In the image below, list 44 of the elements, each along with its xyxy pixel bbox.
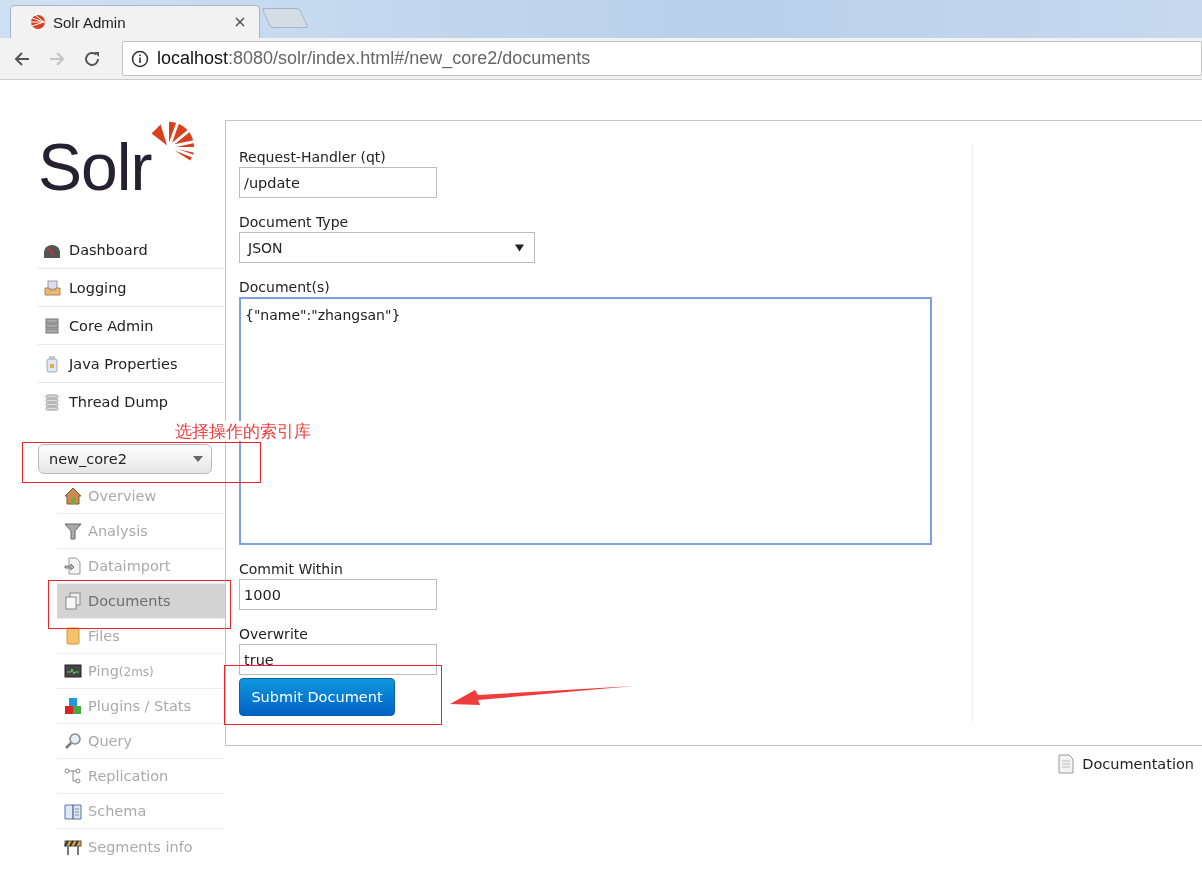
info-icon[interactable]	[131, 49, 149, 68]
field-label: Commit Within	[239, 560, 344, 579]
sun-logo-icon	[29, 14, 45, 30]
annotation-text: 选择操作的索引库	[175, 421, 311, 441]
monitor-icon	[64, 662, 82, 680]
blocks-icon	[64, 697, 82, 715]
input-field[interactable]: 1000	[239, 579, 437, 610]
back-icon[interactable]	[13, 49, 31, 68]
dropdown-caret-icon	[515, 243, 524, 252]
inbox-tray-icon	[43, 278, 61, 297]
close-icon[interactable]	[235, 17, 245, 27]
document-arrow-icon	[64, 557, 82, 575]
nav-item[interactable]: Logging	[38, 269, 225, 307]
reload-icon[interactable]	[83, 49, 101, 68]
address-bar[interactable]: localhost:8080/solr/index.html#/new_core2/documents	[122, 41, 1202, 76]
input-field[interactable]: true	[239, 644, 437, 675]
nav-item[interactable]: Dashboard	[38, 231, 225, 269]
field-label: Request-Handler (qt)	[239, 148, 387, 167]
input-field[interactable]: /update	[239, 167, 437, 198]
nav-item[interactable]: Core Admin	[38, 307, 225, 345]
house-icon	[64, 487, 82, 505]
select-field[interactable]: JSON	[239, 232, 535, 263]
submit-button[interactable]: Submit Document	[239, 678, 395, 716]
documents-icon	[64, 592, 82, 610]
search-icon	[64, 732, 82, 750]
book-icon	[64, 802, 82, 820]
document-icon	[1058, 754, 1075, 774]
barrier-icon	[64, 837, 82, 856]
documentation-link[interactable]: Documentation	[1058, 754, 1194, 774]
field-label: Document(s)	[239, 278, 331, 297]
jar-icon	[43, 354, 61, 373]
field-label: Document Type	[239, 213, 350, 232]
stack-icon	[43, 392, 61, 411]
core-selector[interactable]: new_core2	[38, 444, 212, 474]
nav-item[interactable]: Thread Dump	[38, 383, 225, 420]
field-label: Overwrite	[239, 625, 309, 644]
browser-tab[interactable]: Solr Admin	[10, 5, 260, 38]
dropdown-caret-icon	[193, 456, 203, 462]
nav-item[interactable]: Java Properties	[38, 345, 225, 383]
solr-logo[interactable]: Solr	[38, 118, 198, 200]
core-menu-item[interactable]: Documents	[57, 584, 225, 619]
server-stack-icon	[43, 316, 61, 335]
funnel-icon	[64, 522, 82, 540]
nodes-icon	[64, 767, 82, 785]
